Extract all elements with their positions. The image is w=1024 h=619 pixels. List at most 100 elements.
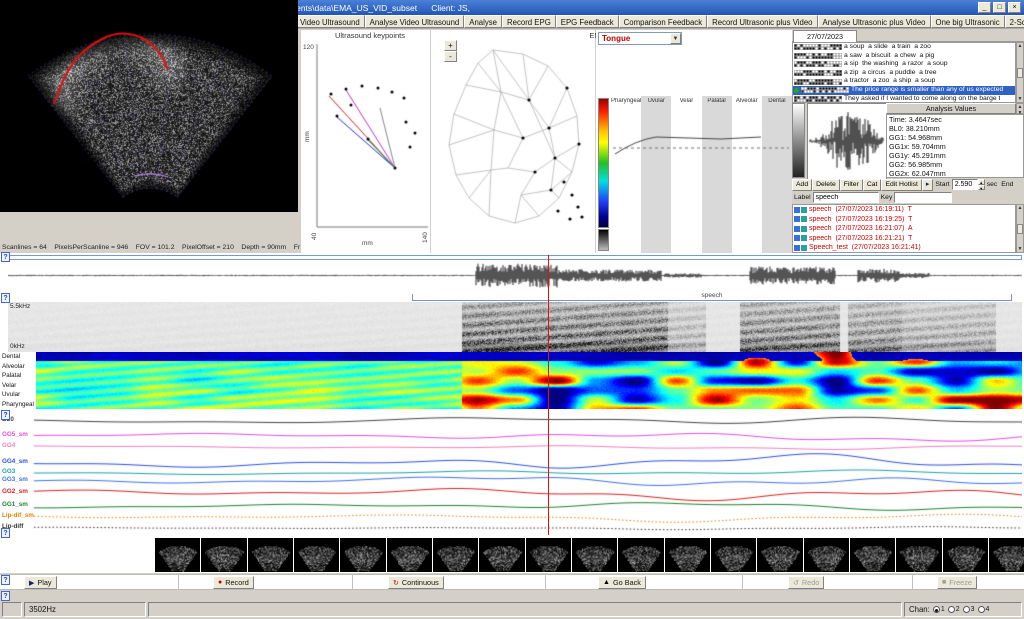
tab-analyse-ultrasonic-plus-video[interactable]: Analyse Ultrasonic plus Video <box>818 15 931 28</box>
help-icon[interactable]: ? <box>1 252 10 262</box>
tab-analyse[interactable]: Analyse <box>464 15 502 28</box>
token-status-cell[interactable] <box>839 64 842 67</box>
ultrasound-thumbnail[interactable] <box>248 538 293 572</box>
articulation-heatmap-display[interactable] <box>36 352 1022 409</box>
token-status-cell[interactable] <box>846 90 849 93</box>
edit-hotlist-button[interactable]: Edit Hotlist <box>881 179 921 191</box>
tab-one-big-ultrasonic[interactable]: One big Ultrasonic <box>931 15 1005 28</box>
tab-analyse-video-ultrasound[interactable]: Analyse Video Ultrasound <box>365 15 465 28</box>
token-status-cell[interactable] <box>839 56 842 59</box>
tab-epg-feedback[interactable]: EPG Feedback <box>556 15 619 28</box>
channel-radio-2[interactable] <box>948 606 955 613</box>
start-time-stepper[interactable]: ▲▼ <box>978 179 985 190</box>
continuous-button[interactable]: ↻Continuous <box>388 576 444 589</box>
ultrasound-thumbnail[interactable] <box>201 538 246 572</box>
scroll-down-icon[interactable]: ▼ <box>1018 246 1023 252</box>
ultrasound-thumbnail[interactable] <box>943 538 988 572</box>
ultrasound-thumbnail[interactable] <box>757 538 802 572</box>
annotation-track[interactable]: speech <box>8 291 1022 302</box>
ultrasound-thumbnail[interactable] <box>618 538 663 572</box>
keypoints-y-max-label: 120 <box>303 44 314 51</box>
ultrasound-thumbnail[interactable] <box>804 538 849 572</box>
ultrasound-thumbnail[interactable] <box>896 538 941 572</box>
play-button[interactable]: ▶Play <box>24 576 57 589</box>
prompt-row[interactable]: a sip the washing a razor a soup <box>793 60 1015 69</box>
annotation-scrollbar[interactable]: ▲▼ <box>1016 204 1024 253</box>
help-icon[interactable]: ? <box>1 591 10 601</box>
audio-waveform-display[interactable] <box>8 260 1022 291</box>
token-status-cell[interactable] <box>839 73 842 76</box>
sensor-group-dropdown[interactable]: Tongue ▼ <box>598 32 682 45</box>
ultrasound-thumbnail[interactable] <box>665 538 710 572</box>
playhead-cursor[interactable] <box>548 255 549 535</box>
annotation-row[interactable]: speech (27/07/2023 16:21:07) A <box>793 224 1015 234</box>
prompt-row[interactable]: a tractor a zoo a ship a soup <box>793 77 1015 86</box>
filter-button[interactable]: Filter <box>840 179 863 191</box>
transport-divider <box>742 574 743 590</box>
add-button[interactable]: Add <box>792 179 812 191</box>
scroll-thumb[interactable] <box>1017 224 1023 234</box>
help-icon[interactable]: ? <box>1 410 10 420</box>
channel-radio-3[interactable] <box>963 606 970 613</box>
chevron-down-icon[interactable]: ▼ <box>670 33 681 44</box>
session-date-tab[interactable]: 27/07/2023 <box>793 30 857 42</box>
token-status-cell[interactable] <box>839 47 842 50</box>
annotation-segment[interactable]: speech <box>412 291 1012 301</box>
spectrogram-display[interactable] <box>8 302 1022 352</box>
maximize-button[interactable]: □ <box>993 2 1006 13</box>
tab-record-epg[interactable]: Record EPG <box>502 15 556 28</box>
label-input[interactable] <box>813 192 879 203</box>
channel-radio-4[interactable] <box>978 606 985 613</box>
annotation-row[interactable]: speech (27/07/2023 16:19:11) T <box>793 205 1015 215</box>
annotation-row[interactable]: speech (27/07/2023 16:21:21) T <box>793 234 1015 244</box>
ultrasound-thumbnail[interactable] <box>340 538 385 572</box>
prompt-row[interactable]: They asked if I wanted to come along on … <box>793 95 1015 103</box>
ultrasound-thumbnail[interactable] <box>572 538 617 572</box>
prompt-text: a tractor a zoo a ship a soup <box>844 77 935 86</box>
ultrasound-thumbnail[interactable] <box>433 538 478 572</box>
start-time-input[interactable] <box>952 179 978 190</box>
ultrasound-thumbnail[interactable] <box>387 538 432 572</box>
close-button[interactable]: × <box>1008 2 1021 13</box>
cat-button[interactable]: Cat <box>863 179 882 191</box>
goto-start-button[interactable]: ▸ <box>922 179 933 191</box>
token-status-cell[interactable] <box>839 99 842 102</box>
help-icon[interactable]: ? <box>1 575 10 585</box>
ultrasound-thumbnail[interactable] <box>850 538 895 572</box>
ultrasound-thumbnail[interactable] <box>479 538 524 572</box>
zoom-out-button[interactable]: - <box>444 51 457 62</box>
analysis-scroll-arrows[interactable]: ▲▼ <box>1016 103 1024 114</box>
parameter-traces-display[interactable] <box>8 409 1022 535</box>
prompt-row[interactable]: The price range is smaller than any of u… <box>793 86 1015 95</box>
annotation-row[interactable]: Speech_test (27/07/2023 16:21:41) <box>793 243 1015 253</box>
record-button[interactable]: ●Record <box>213 576 254 589</box>
tab-comparison-feedback[interactable]: Comparison Feedback <box>619 15 707 28</box>
ultrasound-thumbnail[interactable] <box>711 538 756 572</box>
prompt-row[interactable]: a saw a biscuit a chew a pig <box>793 52 1015 61</box>
ultrasound-thumbnail[interactable] <box>526 538 571 572</box>
channel-radio-1[interactable] <box>933 606 940 613</box>
scroll-up-icon[interactable]: ▲ <box>1018 43 1023 49</box>
zoom-in-button[interactable]: + <box>444 40 457 51</box>
scroll-up-icon[interactable]: ▲ <box>1018 205 1023 211</box>
ultrasound-thumbnail[interactable] <box>294 538 339 572</box>
key-input[interactable] <box>894 192 952 203</box>
help-icon[interactable]: ? <box>1 528 10 538</box>
annotation-row[interactable]: speech (27/07/2023 16:19:25) T <box>793 215 1015 225</box>
prompt-list-scrollbar[interactable]: ▲▼ <box>1016 42 1024 103</box>
ultrasound-display[interactable] <box>0 0 298 212</box>
token-status-cell[interactable] <box>839 82 842 85</box>
scroll-down-icon[interactable]: ▼ <box>1018 96 1023 102</box>
delete-button[interactable]: Delete <box>812 179 840 191</box>
minimize-button[interactable]: _ <box>978 2 991 13</box>
step-down-icon[interactable]: ▼ <box>978 185 985 191</box>
prompt-row[interactable]: a zip a circus a puddle a tree <box>793 69 1015 78</box>
ultrasound-thumbnail[interactable] <box>155 538 200 572</box>
go-back-button[interactable]: ▲Go Back <box>598 576 646 589</box>
tab-2-screen-ultrasound-and-video[interactable]: 2-Screen Ultrasound and Video <box>1005 15 1024 28</box>
scroll-thumb[interactable] <box>1017 68 1023 78</box>
prompt-row[interactable]: a soup a slide a train a zoo <box>793 43 1015 52</box>
tab-record-ultrasonic-plus-video[interactable]: Record Ultrasonic plus Video <box>707 15 817 28</box>
help-icon[interactable]: ? <box>1 293 10 303</box>
ultrasound-thumbnail[interactable] <box>989 538 1024 572</box>
